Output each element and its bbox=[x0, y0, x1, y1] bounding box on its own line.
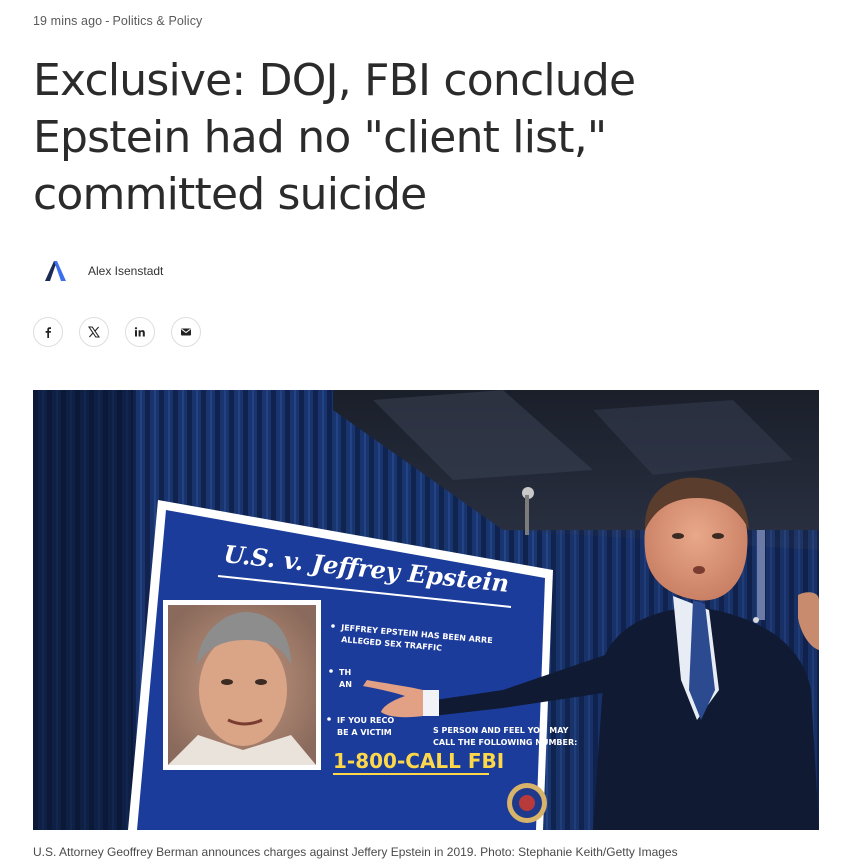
sign-bullet-3b: S PERSON AND FEEL YOU MAY bbox=[433, 726, 569, 735]
article-meta: 19 mins ago - Politics & Policy bbox=[33, 14, 202, 28]
sign-bullet-3a: IF YOU RECO bbox=[337, 716, 394, 725]
email-icon bbox=[181, 328, 191, 336]
photo-caption: U.S. Attorney Geoffrey Berman announces … bbox=[33, 845, 678, 859]
timestamp: 19 mins ago bbox=[33, 14, 103, 28]
sign-bullet-3d: CALL THE FOLLOWING NUMBER: bbox=[433, 738, 577, 747]
axios-logo-icon bbox=[42, 258, 68, 284]
share-x-button[interactable] bbox=[79, 317, 109, 347]
share-facebook-button[interactable] bbox=[33, 317, 63, 347]
meta-separator: - bbox=[105, 14, 110, 28]
category-link[interactable]: Politics & Policy bbox=[112, 14, 202, 28]
author-name[interactable]: Alex Isenstadt bbox=[88, 264, 163, 278]
share-linkedin-button[interactable] bbox=[125, 317, 155, 347]
share-bar bbox=[33, 317, 201, 347]
sign-bullet-2b: AN bbox=[339, 680, 352, 689]
press-conference-image: U.S. v. Jeffrey Epstein JEFFREY EPSTEIN … bbox=[33, 390, 819, 830]
linkedin-icon bbox=[134, 327, 145, 337]
sign-bullet-3c: BE A VICTIM bbox=[337, 728, 392, 737]
author-byline: Alex Isenstadt bbox=[42, 258, 163, 284]
sign-bullet-2a: TH bbox=[339, 668, 351, 677]
sign-phone-number: 1-800-CALL FBI bbox=[333, 749, 504, 773]
headline: Exclusive: DOJ, FBI conclude Epstein had… bbox=[33, 55, 636, 220]
x-icon bbox=[88, 326, 100, 338]
facebook-icon bbox=[45, 327, 51, 338]
share-email-button[interactable] bbox=[171, 317, 201, 347]
article-photo: U.S. v. Jeffrey Epstein JEFFREY EPSTEIN … bbox=[33, 390, 819, 830]
